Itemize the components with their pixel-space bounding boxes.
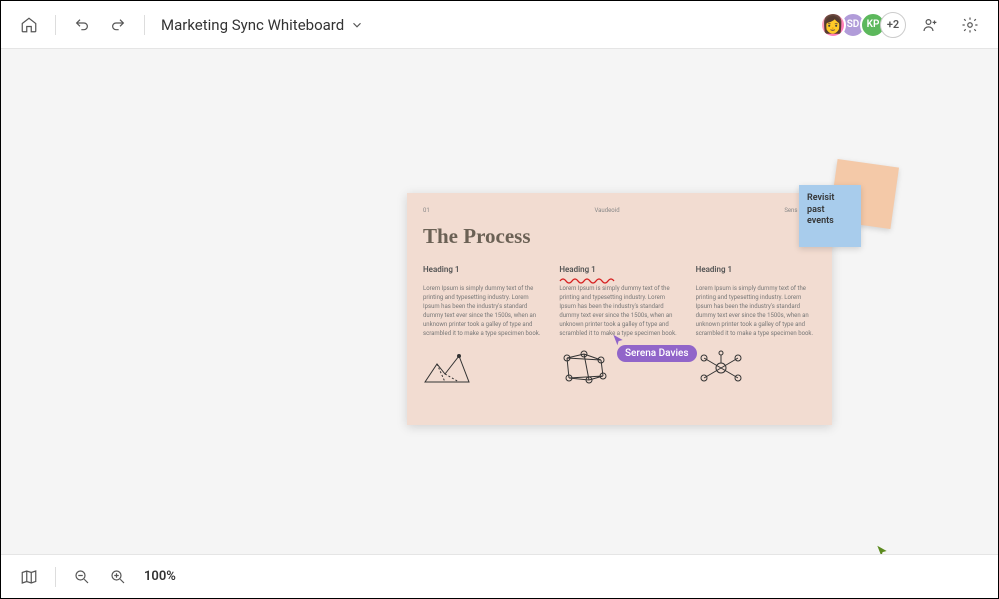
slide-column-3: Heading 1 Lorem Ipsum is simply dummy te… [696,265,816,388]
column-body: Lorem Ipsum is simply dummy text of the … [696,284,816,338]
column-heading: Heading 1 [559,265,679,274]
avatar-user-1[interactable] [820,12,846,38]
divider [55,15,56,35]
slide-column-1: Heading 1 Lorem Ipsum is simply dummy te… [423,265,543,388]
column-heading: Heading 1 [696,265,816,274]
person-plus-icon [921,16,939,34]
zoom-out-button[interactable] [66,561,98,593]
redo-icon [110,17,126,33]
top-bar: Marketing Sync Whiteboard SD KP +2 [1,1,998,49]
whiteboard-title-dropdown[interactable]: Marketing Sync Whiteboard [155,16,364,34]
home-button[interactable] [13,9,45,41]
slide-object[interactable]: 01 Vaudeoid Sens Andus The Process Headi… [407,193,832,425]
slide-brand: Vaudeoid [594,207,619,214]
column-body: Lorem Ipsum is simply dummy text of the … [559,284,679,338]
top-right-controls: SD KP +2 [826,9,986,41]
slide-header: 01 Vaudeoid Sens Andus [423,207,816,214]
share-button[interactable] [914,9,946,41]
slide-column-2: Heading 1 Lorem Ipsum is simply dummy te… [559,265,679,388]
zoom-in-button[interactable] [102,561,134,593]
divider [144,15,145,35]
slide-page-num: 01 [423,207,430,214]
divider [55,567,56,587]
chevron-down-icon [350,18,364,32]
gear-icon [961,16,979,34]
sticky-note-blue[interactable]: Revisit past events [799,185,861,247]
minimap-button[interactable] [13,561,45,593]
undo-icon [74,17,90,33]
column-body: Lorem Ipsum is simply dummy text of the … [423,284,543,338]
zoom-out-icon [73,568,91,586]
column-diagram [696,348,816,388]
zoom-in-icon [109,568,127,586]
map-icon [20,568,38,586]
avatar-overflow[interactable]: +2 [880,12,906,38]
settings-button[interactable] [954,9,986,41]
undo-button[interactable] [66,9,98,41]
column-heading: Heading 1 [423,265,543,274]
zoom-level[interactable]: 100% [144,569,176,584]
bottom-bar: 100% [1,554,998,598]
cursor-label: Serena Davies [617,345,697,362]
slide-title: The Process [423,224,816,249]
page-title: Marketing Sync Whiteboard [161,16,344,34]
redo-button[interactable] [102,9,134,41]
home-icon [20,16,38,34]
column-diagram [423,348,543,388]
canvas[interactable]: 01 Vaudeoid Sens Andus The Process Headi… [1,49,998,554]
remote-cursor-serena: Serena Davies [617,333,697,362]
top-left-controls: Marketing Sync Whiteboard [13,9,364,41]
presence-avatars[interactable]: SD KP +2 [826,12,906,38]
